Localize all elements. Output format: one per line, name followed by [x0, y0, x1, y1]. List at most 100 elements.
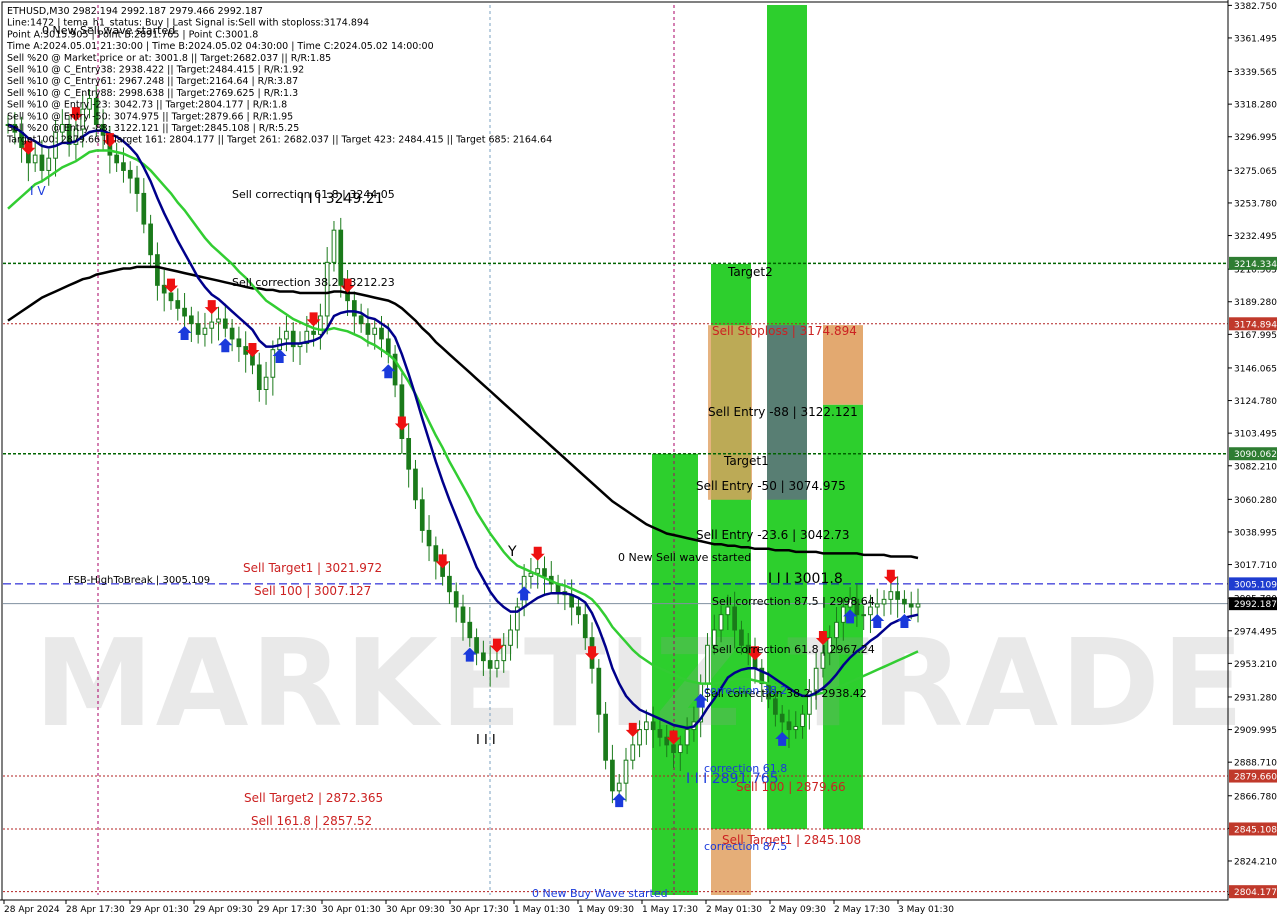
chart-label-sell-100-top: Sell 100 | 3007.127 [254, 584, 371, 598]
candle-body [195, 323, 201, 335]
price-tick-label: 2974.495 [1234, 627, 1277, 637]
price-tick-label: 3275.065 [1234, 167, 1277, 177]
candle-body [216, 318, 221, 323]
chart-container: MARKETIZ TRADE 0 New Sell wave started I … [0, 0, 1280, 920]
candle-body [684, 729, 690, 746]
candle-body [868, 606, 873, 616]
chart-label-y-label: Y [507, 544, 517, 560]
price-tick-label: 3189.280 [1234, 298, 1277, 308]
candle-body [773, 698, 778, 715]
chart-label-iii-3249: I I I 3249.21 [300, 191, 384, 207]
candle-body [637, 729, 642, 746]
price-tick-label: 2866.780 [1234, 792, 1277, 802]
time-tick-label: 28 Apr 17:30 [66, 905, 125, 915]
price-tag-label: 2992.187 [1234, 600, 1277, 610]
time-tick-label: 1 May 17:30 [642, 905, 698, 915]
candle-body [644, 721, 649, 731]
chart-label-new-buy-wave: 0 New Buy Wave started [532, 887, 668, 900]
time-tick-label: 28 Apr 2024 [4, 905, 60, 915]
candle-body [603, 713, 608, 761]
price-tick-label: 2953.210 [1234, 660, 1277, 670]
price-tick-label: 3060.280 [1234, 496, 1277, 506]
candle-body [127, 169, 133, 179]
time-tick-label: 29 Apr 09:30 [194, 905, 253, 915]
candle-body [650, 721, 656, 731]
price-tick-label: 3038.995 [1234, 528, 1277, 538]
candle-body [725, 606, 731, 616]
candle-body [148, 223, 153, 256]
price-tick-label: 3296.995 [1234, 133, 1277, 143]
candle-body [447, 575, 452, 593]
price-tag-label: 2879.660 [1234, 773, 1277, 783]
candle-body [134, 177, 140, 194]
price-tick-label: 3017.710 [1234, 561, 1277, 571]
info-line: Sell %20 @ Market price or at: 3001.8 ||… [7, 53, 331, 64]
info-line: Sell %20 @ Entry -88: 3122.121 || Target… [7, 123, 299, 134]
time-tick-label: 29 Apr 17:30 [258, 905, 317, 915]
chart-label-sell-1618: Sell 161.8 | 2857.52 [251, 814, 372, 828]
price-tick-label: 3361.495 [1234, 34, 1277, 44]
candle-body [834, 621, 839, 639]
chart-label-sell-correction-382: Sell correction 38.2 | 3212.23 [232, 276, 395, 289]
price-tag-label: 2804.177 [1234, 888, 1277, 898]
candle-body [528, 572, 534, 577]
time-tick-label: 2 May 17:30 [834, 905, 890, 915]
time-tick-label: 1 May 01:30 [514, 905, 570, 915]
candle-body [657, 729, 663, 738]
candle-body [202, 327, 208, 335]
info-line: Sell %10 @ C_Entry38: 2938.422 || Target… [7, 65, 304, 76]
candle-body [718, 614, 724, 631]
price-tick-label: 3318.280 [1234, 101, 1277, 111]
price-tick-label: 3124.780 [1234, 397, 1277, 407]
candle-body [508, 629, 513, 646]
candle-body [467, 621, 473, 639]
candle-body [908, 603, 914, 608]
candle-body [453, 591, 459, 608]
candle-body [874, 603, 880, 608]
chart-label-target1-mid: Target1 [723, 454, 769, 468]
candle-body [677, 744, 683, 754]
time-tick-label: 3 May 01:30 [898, 905, 954, 915]
candle-body [616, 782, 622, 792]
price-tick-label: 2824.210 [1234, 857, 1277, 867]
chart-label-iii-3001: I I I 3001.8 [768, 571, 843, 587]
candle-body [800, 713, 805, 727]
info-line: Target100: 2879.66 || Target 161: 2804.1… [6, 135, 552, 146]
candle-body [284, 330, 289, 340]
candle-body [582, 614, 588, 639]
candle-body [351, 300, 357, 317]
candle-body [175, 300, 181, 309]
price-tick-label: 3232.495 [1234, 232, 1277, 242]
time-tick-label: 30 Apr 01:30 [322, 905, 381, 915]
candle-body [596, 667, 602, 715]
info-line: Point A:3015.905 | Point B:2891.765 | Po… [7, 29, 258, 40]
candle-body [902, 598, 907, 605]
candle-body [888, 591, 894, 600]
time-tick-label: 2 May 01:30 [706, 905, 762, 915]
info-line: Sell %10 @ Entry -50: 3074.975 || Target… [7, 111, 293, 122]
chart-label-correction-382: correction 38.2 [704, 684, 787, 697]
price-tick-label: 3339.565 [1234, 68, 1277, 78]
candle-body [501, 644, 507, 662]
candle-body [861, 614, 867, 617]
price-tag-label: 2845.108 [1234, 825, 1277, 835]
time-tick-label: 2 May 09:30 [770, 905, 826, 915]
chart-label-sell-correction-618: Sell correction 61.8 | 2967.24 [712, 643, 875, 656]
price-tick-label: 3253.780 [1234, 199, 1277, 209]
candle-body [542, 568, 547, 577]
price-tick-label: 3382.750 [1234, 2, 1277, 12]
price-tick-label: 3167.995 [1234, 331, 1277, 341]
candle-body [779, 713, 785, 723]
candle-body [610, 759, 615, 792]
chart-label-sell-correction-875: Sell correction 87.5 | 2998.64 [712, 595, 875, 608]
candle-body [155, 254, 160, 286]
time-tick-label: 30 Apr 09:30 [386, 905, 445, 915]
candle-body [331, 229, 337, 263]
chart-label-sell-stoploss: Sell Stoploss | 3174.894 [712, 324, 857, 338]
candle-body [182, 307, 187, 317]
candle-body [474, 637, 479, 654]
candle-body [535, 568, 541, 574]
candle-body [114, 154, 120, 164]
candle-body [121, 162, 126, 171]
candle-body [263, 376, 269, 390]
